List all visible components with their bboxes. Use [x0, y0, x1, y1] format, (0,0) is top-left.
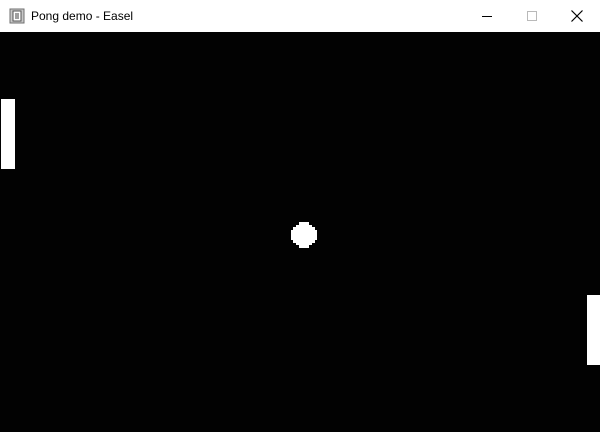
close-icon [571, 10, 583, 22]
maximize-button[interactable] [509, 0, 555, 32]
close-button[interactable] [554, 0, 600, 32]
minimize-icon [482, 11, 492, 21]
minimize-button[interactable] [464, 0, 510, 32]
app-icon [9, 8, 25, 24]
right-paddle [587, 295, 600, 365]
game-canvas[interactable] [0, 32, 600, 432]
window-title: Pong demo - Easel [31, 9, 134, 23]
app-window: Pong demo - Easel [0, 0, 600, 432]
ball [291, 222, 317, 248]
maximize-icon [527, 11, 537, 21]
title-bar[interactable]: Pong demo - Easel [0, 0, 600, 32]
left-paddle [1, 99, 15, 169]
